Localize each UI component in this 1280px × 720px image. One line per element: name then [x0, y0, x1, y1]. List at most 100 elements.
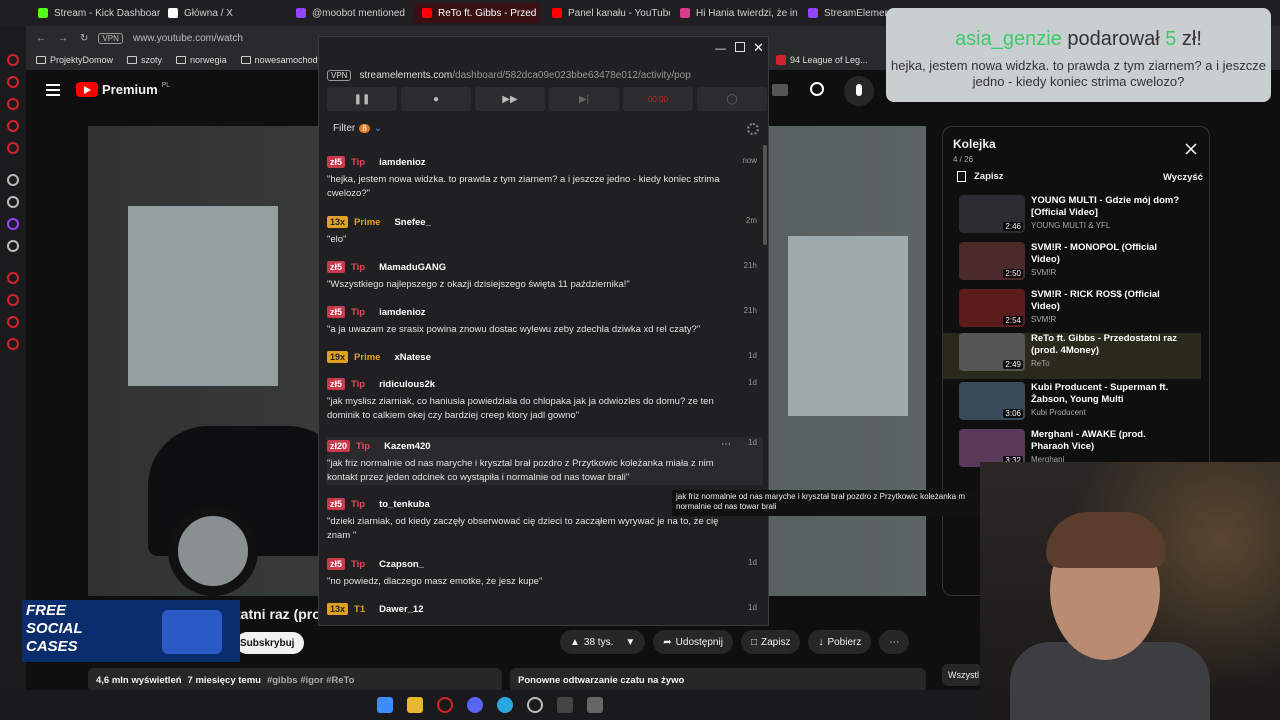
sidebar-icon[interactable]: [7, 316, 19, 328]
skip-button[interactable]: ▶▶: [475, 87, 545, 111]
opera-icon[interactable]: [437, 697, 453, 713]
share-button[interactable]: ➦ Udostępnij: [653, 630, 733, 654]
obs-icon[interactable]: [527, 697, 543, 713]
vpn-badge[interactable]: VPN: [98, 32, 123, 44]
video-description[interactable]: 4,6 mln wyświetleń 7 miesięcy temu #gibbs …: [88, 668, 502, 692]
activity-event[interactable]: zł20 Tip Kazem420 1d "jak friz normalnie od …: [327, 437, 763, 485]
sidebar-icon[interactable]: [7, 196, 19, 208]
reload-icon[interactable]: ↻: [80, 33, 88, 44]
activity-event[interactable]: zł5 Tip MamaduGANG 21h "Wszystkiego najlepsz…: [327, 260, 763, 292]
close-icon[interactable]: ✕: [753, 40, 764, 56]
filter-chip-all[interactable]: Wszystl: [942, 664, 982, 686]
notifications-button[interactable]: ●: [401, 87, 471, 111]
tab-youtube-studio[interactable]: Panel kanału - YouTube S: [544, 3, 670, 23]
app-icon[interactable]: [587, 697, 603, 713]
sidebar-icon[interactable]: [7, 174, 19, 186]
event-username[interactable]: Kazem420: [384, 441, 430, 452]
youtube-logo[interactable]: Premium PL: [76, 82, 170, 97]
tab-x[interactable]: Główna / X: [160, 3, 285, 23]
activity-event[interactable]: 13x Prime Snefee_ 2m "elo": [327, 215, 763, 247]
amount-badge: 13x: [327, 216, 349, 228]
save-button[interactable]: □ Zapisz: [740, 630, 801, 654]
tab-article[interactable]: Hi Hania twierdzi, że influ: [672, 3, 798, 23]
queue-item-current[interactable]: 2:49 ReTo ft. Gibbs - Przedostatni raz (p…: [943, 333, 1201, 379]
more-button[interactable]: ⋯: [879, 630, 910, 654]
menu-icon[interactable]: [46, 84, 60, 96]
vpn-badge[interactable]: VPN: [327, 69, 352, 81]
queue-item[interactable]: 2:50 SVM!R - MONOPOL (Official Video) SVM!…: [943, 242, 1201, 288]
minimize-icon[interactable]: —: [715, 43, 726, 55]
activity-event[interactable]: zł5 Tip Czapson_ 1d "no powiedz, dlaczego ma…: [327, 557, 763, 589]
sidebar-icon[interactable]: [7, 76, 19, 88]
sidebar-icon[interactable]: [7, 54, 19, 66]
event-username[interactable]: Czapson_: [379, 559, 424, 570]
queue-clear-button[interactable]: Wyczyść: [1163, 172, 1203, 183]
queue-save-button[interactable]: Zapisz: [957, 171, 1004, 182]
tab-youtube-video[interactable]: ReTo ft. Gibbs - Przed: [414, 3, 540, 23]
ad-banner[interactable]: FREE SOCIAL CASES: [22, 600, 240, 662]
filter-dropdown[interactable]: Filter 8 ⌄: [333, 123, 382, 134]
event-username[interactable]: to_tenkuba: [379, 499, 430, 510]
scrollbar[interactable]: [763, 145, 767, 245]
back-icon[interactable]: ←: [36, 33, 46, 44]
messenger-icon[interactable]: [497, 697, 513, 713]
timer-button[interactable]: 00:00: [623, 87, 693, 111]
keyboard-icon[interactable]: [772, 84, 788, 96]
maximize-icon[interactable]: [735, 42, 745, 52]
like-button[interactable]: ▲ 38 tys. ▼: [560, 630, 646, 654]
activity-event[interactable]: 19x Prime xNatese 1d: [327, 350, 763, 364]
sidebar-icon[interactable]: [7, 294, 19, 306]
event-username[interactable]: ridiculous2k: [379, 379, 435, 390]
subscribe-button[interactable]: Subskrybuj: [236, 632, 305, 654]
sidebar-icon[interactable]: [7, 272, 19, 284]
tab-streamelements[interactable]: StreamElements: [800, 3, 890, 23]
pause-button[interactable]: ❚❚: [327, 87, 397, 111]
popup-url[interactable]: streamelements.com/dashboard/582dca09e02…: [359, 70, 690, 81]
x-sidebar-icon[interactable]: [7, 240, 19, 252]
file-explorer-icon[interactable]: [407, 697, 423, 713]
voice-search-icon[interactable]: [844, 76, 874, 106]
sidebar-icon[interactable]: [7, 120, 19, 132]
folder-icon: [127, 56, 138, 64]
tip-alert: asia_genzie podarował 5 zł! hejka, jeste…: [886, 8, 1271, 102]
event-username[interactable]: xNatese: [394, 352, 430, 363]
event-username[interactable]: iamdenioz: [379, 307, 425, 318]
tab-kick[interactable]: Stream - Kick Dashboard: [30, 3, 160, 23]
event-username[interactable]: MamaduGANG: [379, 262, 446, 273]
bookmark-league[interactable]: 94 League of Leg...: [776, 55, 868, 65]
activity-event[interactable]: zł5 Tip iamdenioz now "hejka, jestem nowa wi…: [327, 155, 763, 201]
sidebar-icon[interactable]: [7, 142, 19, 154]
gear-icon[interactable]: [747, 123, 759, 135]
windows-start-icon[interactable]: [377, 697, 393, 713]
queue-item[interactable]: 2:54 SVM!R - RICK ROS$ (Official Video) SV…: [943, 289, 1201, 335]
chat-replay-bar[interactable]: Ponowne odtwarzanie czatu na żywo: [510, 668, 926, 692]
skip-next-button[interactable]: ▶|: [549, 87, 619, 111]
settings-icon[interactable]: [7, 338, 19, 350]
search-icon[interactable]: [810, 82, 824, 96]
event-username[interactable]: iamdenioz: [379, 157, 425, 168]
download-button[interactable]: ↓ Pobierz: [808, 630, 872, 654]
forward-icon[interactable]: →: [58, 33, 68, 44]
twitch-sidebar-icon[interactable]: [7, 218, 19, 230]
event-username[interactable]: Snefee_: [394, 217, 430, 228]
bookmark-folder[interactable]: ProjektyDomow: [36, 55, 113, 65]
queue-item[interactable]: 3:06 Kubi Producent - Superman ft. Żabson…: [943, 382, 1201, 428]
event-username[interactable]: Dawer_12: [379, 604, 423, 615]
activity-event[interactable]: zł5 Tip iamdenioz 21h "a ja uwazam ze srasix…: [327, 305, 763, 337]
alarm-button[interactable]: ◯: [697, 87, 767, 111]
video-thumbnail: 2:46: [959, 195, 1025, 233]
bookmark-folder[interactable]: nowesamochody: [240, 55, 322, 65]
terminal-icon[interactable]: [557, 697, 573, 713]
discord-icon[interactable]: [467, 697, 483, 713]
queue-item[interactable]: 2:46 YOUNG MULTI - Gdzie mój dom? [Offici…: [943, 195, 1201, 241]
thumb-down-icon[interactable]: ▼: [625, 637, 635, 648]
bookmark-folder[interactable]: norwegia: [176, 55, 227, 65]
more-options-icon[interactable]: ⋯: [721, 439, 731, 450]
activity-event[interactable]: 13x T1 Dawer_12 1d: [327, 602, 763, 616]
tab-moobot[interactable]: @moobot mentioned: [288, 3, 410, 23]
sidebar-icon[interactable]: [7, 98, 19, 110]
activity-event[interactable]: zł5 Tip ridiculous2k 1d "jak myslisz ziarnia…: [327, 377, 763, 423]
close-icon[interactable]: [1185, 143, 1197, 155]
bookmark-folder[interactable]: szoty: [127, 55, 162, 65]
url-field[interactable]: www.youtube.com/watch: [133, 33, 243, 44]
